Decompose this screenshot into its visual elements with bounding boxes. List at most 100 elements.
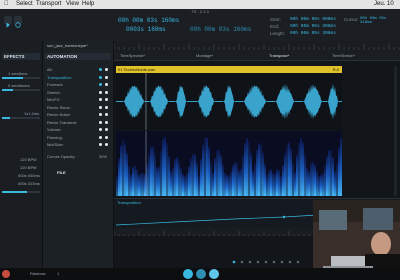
enable-dot-icon[interactable] bbox=[105, 90, 108, 94]
effects-slider-4[interactable] bbox=[2, 191, 40, 193]
play-button[interactable] bbox=[4, 16, 12, 28]
page-dot[interactable] bbox=[240, 260, 244, 264]
visibility-dot-icon[interactable] bbox=[99, 90, 102, 94]
page-dot[interactable] bbox=[272, 260, 276, 264]
enable-dot-icon[interactable] bbox=[105, 98, 108, 101]
tab-montage[interactable]: Montage* bbox=[196, 53, 213, 58]
spectro-column bbox=[304, 153, 306, 196]
menu-help[interactable]: Help bbox=[82, 0, 94, 9]
automation-item[interactable]: Panning: bbox=[47, 135, 63, 140]
visibility-dot-icon[interactable] bbox=[99, 105, 102, 109]
menu-view[interactable]: View bbox=[66, 0, 79, 9]
spectro-column bbox=[212, 172, 214, 196]
enable-dot-icon[interactable] bbox=[105, 83, 108, 86]
tab-timespectral[interactable]: TimeSpectral* bbox=[120, 53, 145, 58]
spectro-column bbox=[142, 173, 144, 196]
automation-item[interactable]: Remix Noise: bbox=[47, 112, 71, 117]
visibility-dot-icon[interactable] bbox=[99, 120, 102, 124]
spectro-column bbox=[238, 170, 240, 196]
tab-timestretch[interactable]: TimeStretch* bbox=[332, 53, 355, 58]
visibility-dot-icon[interactable] bbox=[99, 113, 102, 116]
menu-select[interactable]: Select bbox=[16, 0, 33, 9]
page-dot[interactable] bbox=[232, 260, 236, 264]
spectro-column bbox=[316, 171, 318, 196]
spectro-column bbox=[310, 163, 312, 196]
enable-dot-icon[interactable] bbox=[105, 75, 108, 79]
page-dot[interactable] bbox=[248, 260, 252, 264]
effects-slider-3[interactable] bbox=[2, 117, 40, 119]
spectro-column bbox=[202, 145, 204, 196]
enable-dot-icon[interactable] bbox=[105, 68, 108, 71]
spectro-column bbox=[186, 173, 188, 196]
spectro-column bbox=[138, 174, 140, 196]
dock-app-3-icon[interactable] bbox=[209, 269, 219, 279]
file-section-label[interactable]: FILE bbox=[57, 170, 66, 175]
page-dot[interactable] bbox=[288, 260, 292, 264]
enable-dot-icon[interactable] bbox=[105, 113, 108, 116]
dock-app-1-icon[interactable] bbox=[183, 269, 193, 279]
spectro-column bbox=[190, 158, 192, 196]
visibility-dot-icon[interactable] bbox=[99, 135, 102, 139]
apple-icon[interactable]:  bbox=[4, 0, 9, 9]
start-label: Start: bbox=[270, 17, 281, 22]
waveform-view[interactable] bbox=[116, 73, 342, 130]
project-name: son_jazz_harmonique* bbox=[47, 43, 88, 48]
automation-item[interactable]: Remix Sinus: bbox=[47, 105, 71, 110]
visibility-dot-icon[interactable] bbox=[99, 68, 102, 71]
enable-dot-icon[interactable] bbox=[105, 105, 108, 109]
spectro-column bbox=[218, 149, 220, 196]
enable-dot-icon[interactable] bbox=[105, 128, 108, 131]
dock-app-2-icon[interactable] bbox=[196, 269, 206, 279]
spectrogram-view[interactable] bbox=[116, 131, 342, 196]
visibility-dot-icon[interactable] bbox=[99, 75, 102, 79]
effects-slider-1[interactable] bbox=[2, 77, 40, 79]
page-dot[interactable] bbox=[280, 260, 284, 264]
effects-title: EFFECTS bbox=[4, 54, 25, 59]
spectro-column bbox=[182, 174, 184, 196]
spectro-column bbox=[226, 174, 228, 196]
loop-button[interactable] bbox=[14, 16, 22, 28]
automation-item[interactable]: Mid/Side: bbox=[47, 142, 64, 147]
automation-item[interactable]: Transposition: bbox=[47, 75, 72, 80]
spectro-column bbox=[152, 146, 154, 196]
track-header[interactable]: 01 TechnoNoble.wav R:0 bbox=[116, 66, 342, 73]
automation-item[interactable]: Remix Transient: bbox=[47, 120, 77, 125]
page-dot[interactable] bbox=[264, 260, 268, 264]
automation-item[interactable]: Formant: bbox=[47, 82, 63, 87]
spectro-column bbox=[330, 150, 332, 196]
spectro-column bbox=[198, 175, 200, 196]
automation-item[interactable]: All: bbox=[47, 67, 53, 72]
visibility-dot-icon[interactable] bbox=[99, 83, 102, 86]
spectro-column bbox=[132, 167, 134, 196]
spectro-column bbox=[122, 140, 124, 196]
visibility-dot-icon[interactable] bbox=[99, 143, 102, 146]
time-display-primary: 00h 00m 03s 160ms bbox=[118, 17, 180, 24]
visibility-dot-icon[interactable] bbox=[99, 98, 102, 101]
automation-header: AUTOMATION bbox=[45, 53, 111, 60]
page-dots[interactable] bbox=[230, 252, 310, 264]
page-dot[interactable] bbox=[296, 260, 300, 264]
tab-transpose[interactable]: Transpose* bbox=[269, 53, 289, 58]
effects-header: EFFECTS bbox=[2, 53, 40, 60]
vertical-scrollbar[interactable] bbox=[394, 66, 397, 196]
enable-dot-icon[interactable] bbox=[105, 120, 108, 124]
menu-transport[interactable]: Transport bbox=[36, 0, 61, 9]
automation-item[interactable]: Mix/FX: bbox=[47, 97, 61, 102]
time-display-tertiary: 00h 00m 03s 160ms bbox=[190, 26, 252, 33]
automation-item[interactable]: Volume: bbox=[47, 127, 61, 132]
waveform bbox=[116, 73, 342, 130]
enable-dot-icon[interactable] bbox=[105, 135, 108, 139]
spectro-column bbox=[326, 156, 328, 196]
automation-item[interactable]: Stretch: bbox=[47, 90, 61, 95]
effects-slider-2[interactable] bbox=[2, 89, 40, 91]
spectro-column bbox=[240, 168, 242, 196]
enable-dot-icon[interactable] bbox=[105, 143, 108, 146]
record-icon[interactable] bbox=[2, 270, 10, 278]
spectro-column bbox=[136, 169, 138, 196]
spectro-column bbox=[282, 165, 284, 196]
spectro-column bbox=[116, 176, 118, 196]
visibility-dot-icon[interactable] bbox=[99, 128, 102, 131]
track-right-label: R:0 bbox=[332, 67, 339, 72]
spectro-column bbox=[266, 174, 268, 196]
page-dot[interactable] bbox=[256, 260, 260, 264]
